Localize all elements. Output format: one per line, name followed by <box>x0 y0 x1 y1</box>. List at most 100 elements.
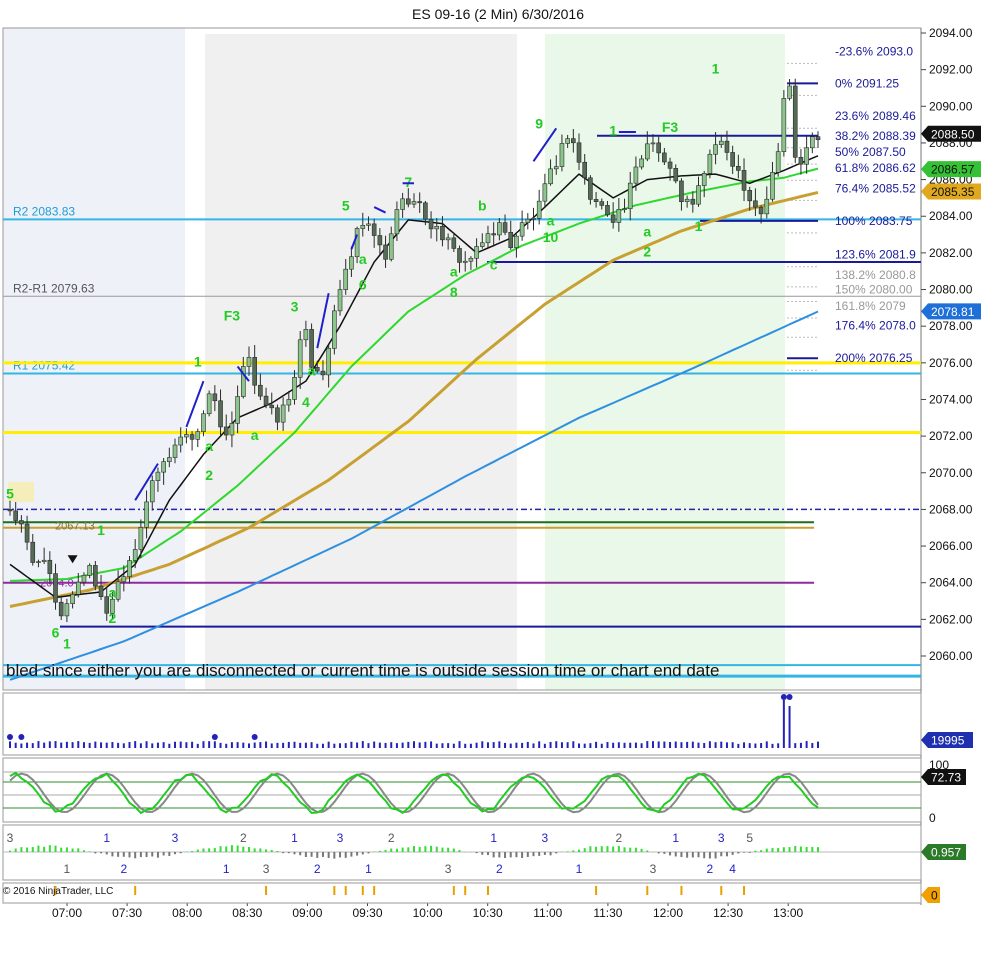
copyright-text: © 2016 NinjaTrader, LLC <box>3 886 113 897</box>
wave-label-23: a <box>547 212 555 228</box>
marker-tick-6 <box>373 886 376 895</box>
wave-label-12: a <box>308 363 316 379</box>
candle-body-53 <box>309 329 314 368</box>
wave-label-1: 6 <box>52 625 60 641</box>
candle-body-87 <box>502 222 508 233</box>
wave-label-30: 1 <box>712 60 720 76</box>
candle-body-91 <box>525 218 531 223</box>
candle-body-63 <box>366 223 371 226</box>
candle-body-84 <box>485 233 491 244</box>
candle-body-23 <box>138 527 144 550</box>
macd-wave-label-11: 3 <box>718 831 725 845</box>
candle-body-0 <box>7 509 13 512</box>
candle-body-59 <box>343 268 349 290</box>
wave-label-19: 8 <box>450 284 458 300</box>
candle-body-32 <box>189 434 195 440</box>
candle-body-139 <box>798 157 804 165</box>
candle-body-9 <box>58 601 64 617</box>
candle-body-22 <box>132 549 138 561</box>
candle-body-24 <box>144 501 149 528</box>
x-tick-label-9: 11:30 <box>593 906 622 920</box>
wave-label-9: F3 <box>224 308 241 324</box>
x-tick-label-3: 08:30 <box>232 906 262 920</box>
wave-label-16: 6 <box>359 277 367 293</box>
candle-body-36 <box>212 393 218 402</box>
candle-body-109 <box>627 182 633 209</box>
fib-label-13: 200% 2076.25 <box>835 351 913 365</box>
fib-label-3: 38.2% 2088.39 <box>835 129 916 143</box>
y-tick-label-1: 2092.00 <box>929 63 973 77</box>
candle-body-86 <box>497 222 502 236</box>
macd-wave-label-24: 1 <box>64 862 71 876</box>
candle-body-14 <box>87 565 92 576</box>
candle-body-94 <box>542 183 548 202</box>
left-level-label-0: 2067.13 <box>55 520 95 532</box>
candle-body-119 <box>684 198 690 203</box>
macd-wave-label-18: 3 <box>445 862 452 876</box>
y-tick-label-15: 2064.00 <box>929 576 973 590</box>
pivot-label-0: R2 2083.83 <box>13 204 75 218</box>
candle-body-137 <box>787 85 792 99</box>
candle-body-44 <box>258 384 263 397</box>
wave-label-13: 3 <box>291 299 299 315</box>
volume-dot-5 <box>786 694 793 700</box>
candle-body-69 <box>400 198 405 210</box>
candle-body-105 <box>605 205 610 216</box>
y-tick-label-0: 2094.00 <box>929 26 973 40</box>
candle-body-28 <box>167 457 172 462</box>
candle-body-120 <box>690 198 696 205</box>
candle-body-66 <box>383 244 388 260</box>
candle-body-15 <box>93 565 98 587</box>
candle-body-48 <box>280 404 286 423</box>
candle-body-4 <box>30 541 36 563</box>
candle-body-96 <box>553 166 559 170</box>
candle-body-81 <box>468 257 474 262</box>
marker-tick-4 <box>344 886 347 895</box>
macd-wave-label-20: 1 <box>576 862 583 876</box>
fib-label-6: 76.4% 2085.52 <box>835 181 916 195</box>
macd-wave-label-21: 3 <box>650 862 657 876</box>
candle-body-112 <box>644 143 650 160</box>
candle-body-1 <box>13 510 18 521</box>
wave-label-27: 2 <box>643 244 651 260</box>
marker-tick-10 <box>595 886 598 895</box>
wave-label-2: 1 <box>63 636 71 652</box>
stochastic-tag-label: 72.73 <box>931 771 961 785</box>
marker-tick-14 <box>743 886 746 895</box>
candle-body-127 <box>730 152 735 167</box>
candle-body-74 <box>428 218 434 230</box>
price-tag-label-1: 2086.57 <box>931 163 975 177</box>
x-tick-label-7: 10:30 <box>473 906 503 920</box>
wave-label-5: 2 <box>109 610 117 626</box>
candle-body-39 <box>229 423 235 436</box>
candle-body-67 <box>388 233 394 260</box>
chart-title: ES 09-16 (2 Min) 6/30/2016 <box>412 6 584 22</box>
wave-label-28: F3 <box>662 119 679 135</box>
y-tick-label-10: 2074.00 <box>929 392 973 406</box>
candle-body-108 <box>622 208 627 210</box>
volume-dot-0 <box>7 734 13 740</box>
wave-label-20: b <box>478 198 487 214</box>
wave-label-14: 5 <box>342 198 350 214</box>
candle-body-142 <box>815 136 821 141</box>
wave-label-8: 1 <box>194 353 202 369</box>
wave-label-17: 7 <box>404 174 412 190</box>
candle-body-126 <box>724 140 730 153</box>
candle-body-129 <box>741 170 747 191</box>
candle-body-72 <box>417 201 422 204</box>
pivot-label-2: R1 2075.42 <box>13 358 75 372</box>
candle-body-6 <box>41 559 47 562</box>
candle-body-40 <box>235 396 240 424</box>
macd-wave-label-19: 2 <box>496 862 503 876</box>
candle-body-135 <box>775 151 781 173</box>
chart-canvas[interactable]: ES 09-16 (2 Min) 6/30/2016 R2 2083.83 R2-… <box>0 0 1000 954</box>
candle-body-27 <box>161 461 166 473</box>
macd-wave-label-4: 1 <box>291 831 298 845</box>
candle-body-116 <box>667 161 673 169</box>
marker-tick-3 <box>333 886 336 895</box>
macd-wave-label-6: 2 <box>388 831 395 845</box>
fib-label-10: 150% 2080.00 <box>835 283 913 297</box>
fib-label-12: 176.4% 2078.0 <box>835 318 916 332</box>
candle-body-95 <box>548 168 553 185</box>
candle-body-31 <box>184 434 189 438</box>
